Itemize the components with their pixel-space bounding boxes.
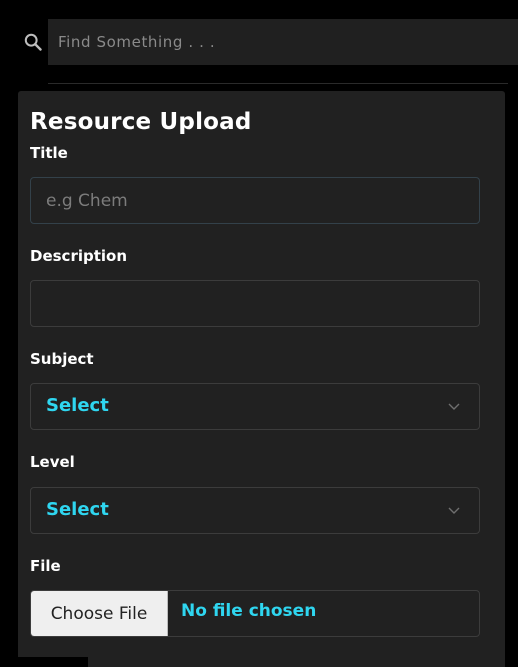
chevron-down-icon	[448, 403, 460, 410]
search-divider	[48, 83, 508, 84]
choose-file-button[interactable]: Choose File	[31, 591, 168, 636]
resource-upload-form: Resource Upload Title Description Subjec…	[18, 91, 505, 667]
chevron-down-icon	[448, 507, 460, 514]
subject-label: Subject	[30, 350, 94, 368]
level-select[interactable]: Select	[30, 487, 480, 534]
file-status: No file chosen	[181, 601, 317, 621]
level-label: Level	[30, 453, 75, 471]
panel-footer-gap	[18, 657, 88, 667]
search-input[interactable]	[48, 19, 518, 65]
search-bar	[0, 0, 518, 84]
search-icon	[24, 33, 42, 51]
title-input[interactable]	[30, 177, 480, 224]
title-label: Title	[30, 144, 68, 162]
subject-selected-value: Select	[46, 395, 109, 416]
file-label: File	[30, 557, 61, 575]
description-label: Description	[30, 247, 128, 265]
form-title: Resource Upload	[30, 109, 252, 135]
level-selected-value: Select	[46, 499, 109, 520]
file-input[interactable]: Choose File No file chosen	[30, 590, 480, 637]
subject-select[interactable]: Select	[30, 383, 480, 430]
description-input[interactable]	[30, 280, 480, 327]
